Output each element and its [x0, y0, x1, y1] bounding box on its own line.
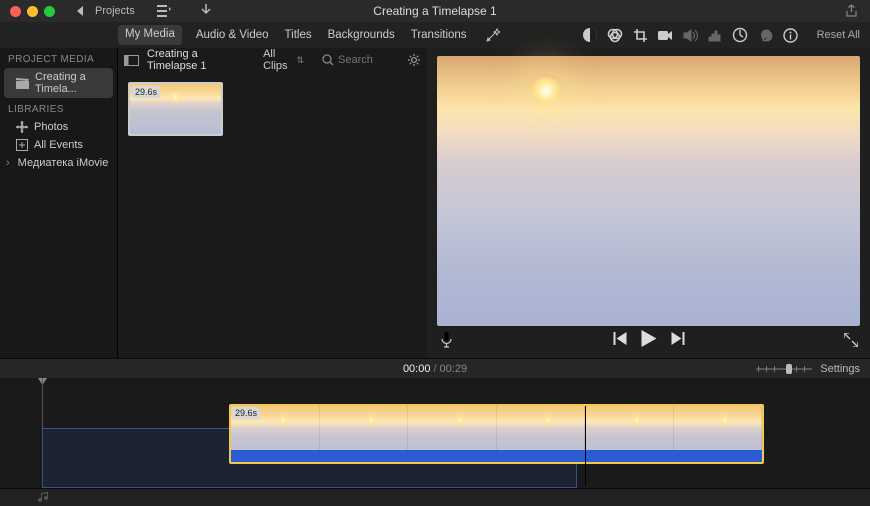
viewer-pane — [427, 48, 870, 358]
maximize-window-button[interactable] — [44, 6, 55, 17]
color-balance-button[interactable] — [582, 27, 599, 44]
share-button[interactable] — [842, 2, 860, 20]
tab-titles[interactable]: Titles — [283, 25, 314, 45]
timeline-clip-audio[interactable] — [231, 450, 762, 462]
reset-all-button[interactable]: Reset All — [817, 29, 860, 41]
close-window-button[interactable] — [10, 6, 21, 17]
sidebar-item-project[interactable]: Creating a Timela... — [4, 68, 113, 98]
voiceover-button[interactable] — [437, 331, 455, 349]
speed-button[interactable] — [732, 27, 749, 44]
prev-frame-button[interactable] — [613, 332, 627, 348]
volume-button[interactable] — [682, 27, 699, 44]
sidebar-item-label: All Events — [34, 139, 83, 151]
timeline-settings-button[interactable]: Settings — [820, 363, 860, 375]
toggle-sidebar-button[interactable] — [124, 51, 139, 69]
sidebar-header-libraries: LIBRARIES — [0, 98, 117, 118]
sidebar-header-project-media: PROJECT MEDIA — [0, 48, 117, 68]
timeline[interactable]: 29.6s — [0, 378, 870, 506]
next-frame-button[interactable] — [670, 332, 684, 348]
event-name[interactable]: Creating a Timelapse 1 — [147, 48, 241, 72]
sidebar-item-label: Photos — [34, 121, 68, 133]
zoom-slider-knob[interactable] — [786, 364, 792, 374]
audio-track-gutter[interactable] — [0, 488, 870, 506]
projects-link[interactable]: Projects — [95, 5, 135, 17]
timecode-display: 00:00/00:29 — [403, 363, 467, 375]
library-list-icon[interactable] — [155, 2, 173, 20]
zoom-slider[interactable] — [756, 364, 812, 374]
tab-backgrounds[interactable]: Backgrounds — [326, 25, 397, 45]
info-button[interactable] — [782, 27, 799, 44]
clapper-icon — [16, 78, 29, 89]
updown-icon: ⇅ — [296, 55, 304, 66]
window-controls[interactable] — [0, 6, 55, 17]
noise-reduction-button[interactable] — [707, 27, 724, 44]
sidebar: PROJECT MEDIA Creating a Timela... LIBRA… — [0, 48, 118, 358]
sidebar-item-photos[interactable]: Photos — [0, 118, 117, 136]
crop-button[interactable] — [632, 27, 649, 44]
clip-thumbnail[interactable]: 29.6s — [128, 82, 223, 136]
browser-settings-button[interactable] — [406, 51, 421, 69]
clip-filter-button[interactable] — [757, 27, 774, 44]
sidebar-item-imovie-library[interactable]: › Медиатека iMovie — [0, 154, 117, 172]
fullscreen-button[interactable] — [842, 331, 860, 349]
video-preview[interactable] — [437, 56, 860, 326]
tab-my-media[interactable]: My Media — [118, 25, 182, 45]
window-title: Creating a Timelapse 1 — [373, 4, 496, 18]
disclosure-icon: › — [6, 157, 10, 169]
clips-filter-dropdown[interactable]: All Clips ⇅ — [263, 48, 304, 72]
enhance-wand-button[interactable] — [484, 26, 502, 44]
clips-filter-label: All Clips — [263, 48, 294, 72]
timeline-clip-duration-badge: 29.6s — [232, 407, 260, 419]
search-icon — [322, 54, 334, 66]
import-button[interactable] — [197, 2, 215, 20]
tab-transitions[interactable]: Transitions — [409, 25, 469, 45]
minimize-window-button[interactable] — [27, 6, 38, 17]
sidebar-item-all-events[interactable]: All Events — [0, 136, 117, 154]
sidebar-item-label: Creating a Timela... — [35, 71, 107, 95]
flower-icon — [16, 121, 28, 133]
search-input[interactable] — [338, 54, 398, 66]
tab-audio-video[interactable]: Audio & Video — [194, 25, 271, 45]
timeline-clip[interactable] — [229, 404, 764, 464]
media-browser: Creating a Timelapse 1 All Clips ⇅ 29.6s — [118, 48, 427, 358]
timeline-divider — [585, 406, 586, 486]
music-note-icon — [38, 492, 50, 504]
play-button[interactable] — [641, 330, 656, 350]
plus-square-icon — [16, 139, 28, 151]
color-correction-button[interactable] — [607, 27, 624, 44]
stabilization-button[interactable] — [657, 27, 674, 44]
clip-duration-badge: 29.6s — [132, 86, 160, 98]
sidebar-item-label: Медиатека iMovie — [18, 157, 109, 169]
back-button[interactable] — [71, 2, 89, 20]
